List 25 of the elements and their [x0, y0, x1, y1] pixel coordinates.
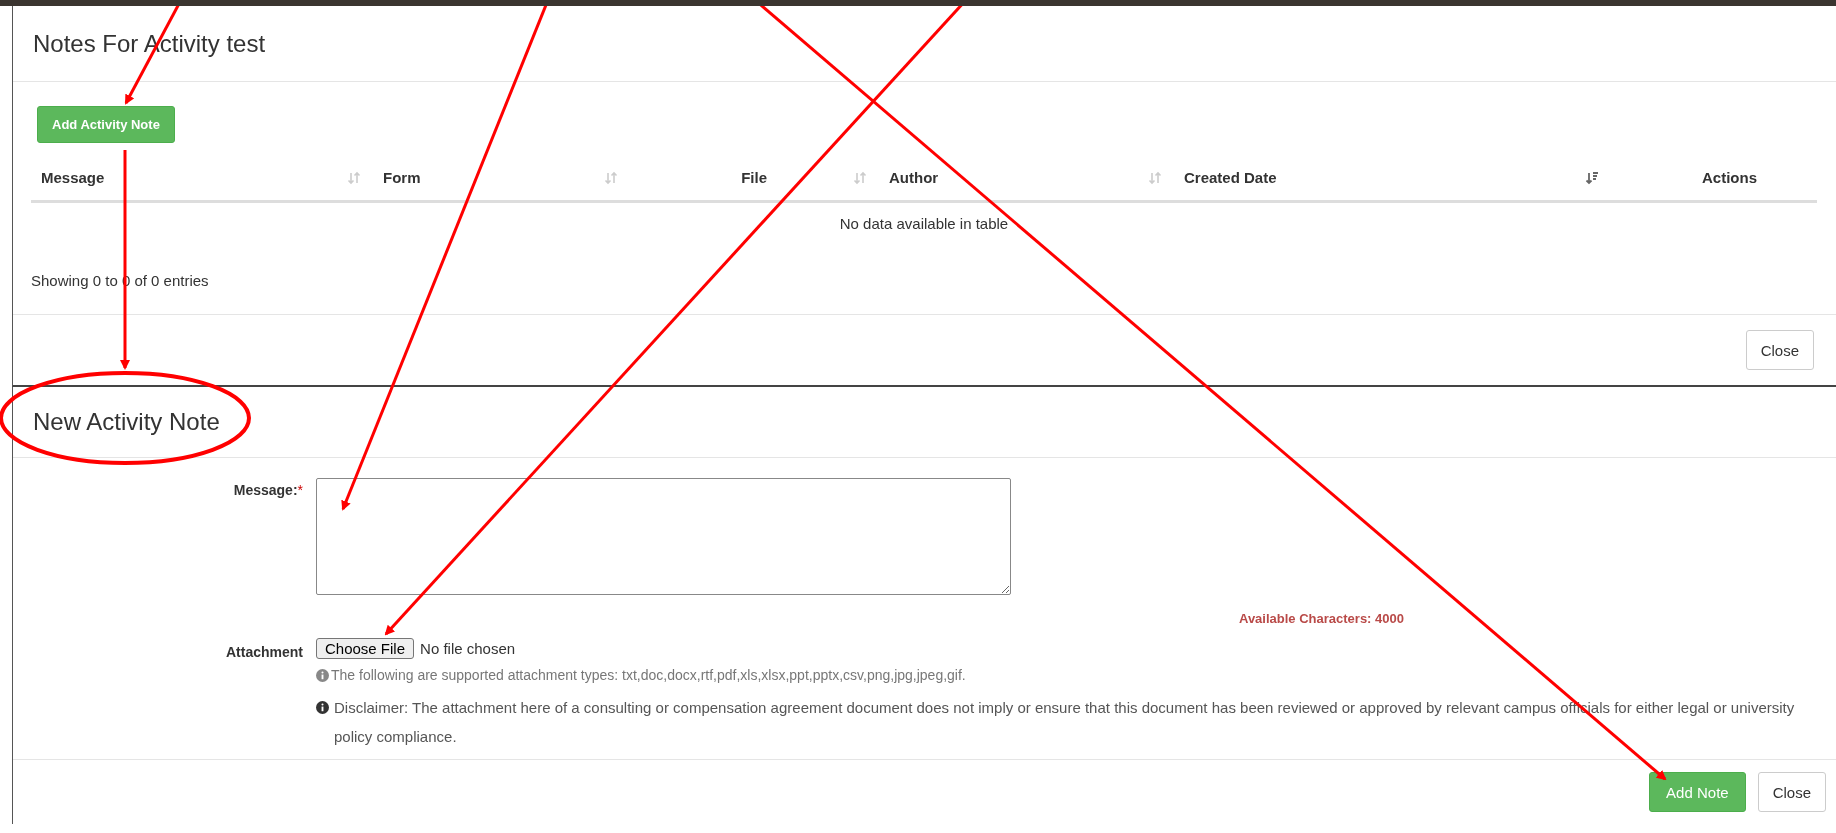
field-label: Message:: [233, 482, 298, 498]
sort-icon[interactable]: [604, 170, 618, 185]
close-button[interactable]: Close: [1757, 772, 1826, 812]
supported-types-text: The following are supported attachment types: txt,doc,docx,rtf,pdf,xls,xlsx,ppt,pptx,csv,png,jpg,jpeg,gif.: [331, 667, 966, 683]
message-field[interactable]: [316, 478, 1011, 595]
field-label: Attachment: [226, 644, 303, 660]
column-header[interactable]: Created Date: [1184, 169, 1277, 186]
column-header[interactable]: File: [741, 169, 767, 186]
sort-icon[interactable]: [853, 170, 867, 185]
close-button[interactable]: Close: [1745, 330, 1814, 370]
required-mark: *: [297, 482, 303, 498]
column-header[interactable]: Form: [383, 169, 421, 186]
column-header[interactable]: Message: [41, 169, 105, 186]
file-status: No file chosen: [420, 640, 516, 657]
column-header[interactable]: Author: [889, 169, 939, 186]
empty-table-message: No data available in table: [839, 215, 1009, 232]
sort-icon[interactable]: [347, 170, 361, 185]
choose-file-button[interactable]: Choose File: [316, 638, 415, 659]
modal-title: New Activity Note: [33, 408, 220, 436]
column-header[interactable]: Actions: [1702, 169, 1757, 186]
sort-icon[interactable]: [1148, 170, 1162, 185]
available-characters: Available Characters: 4000: [1239, 611, 1404, 626]
info-icon: [316, 701, 329, 714]
info-icon: [316, 668, 329, 682]
sort-descending-icon[interactable]: [1585, 170, 1599, 185]
